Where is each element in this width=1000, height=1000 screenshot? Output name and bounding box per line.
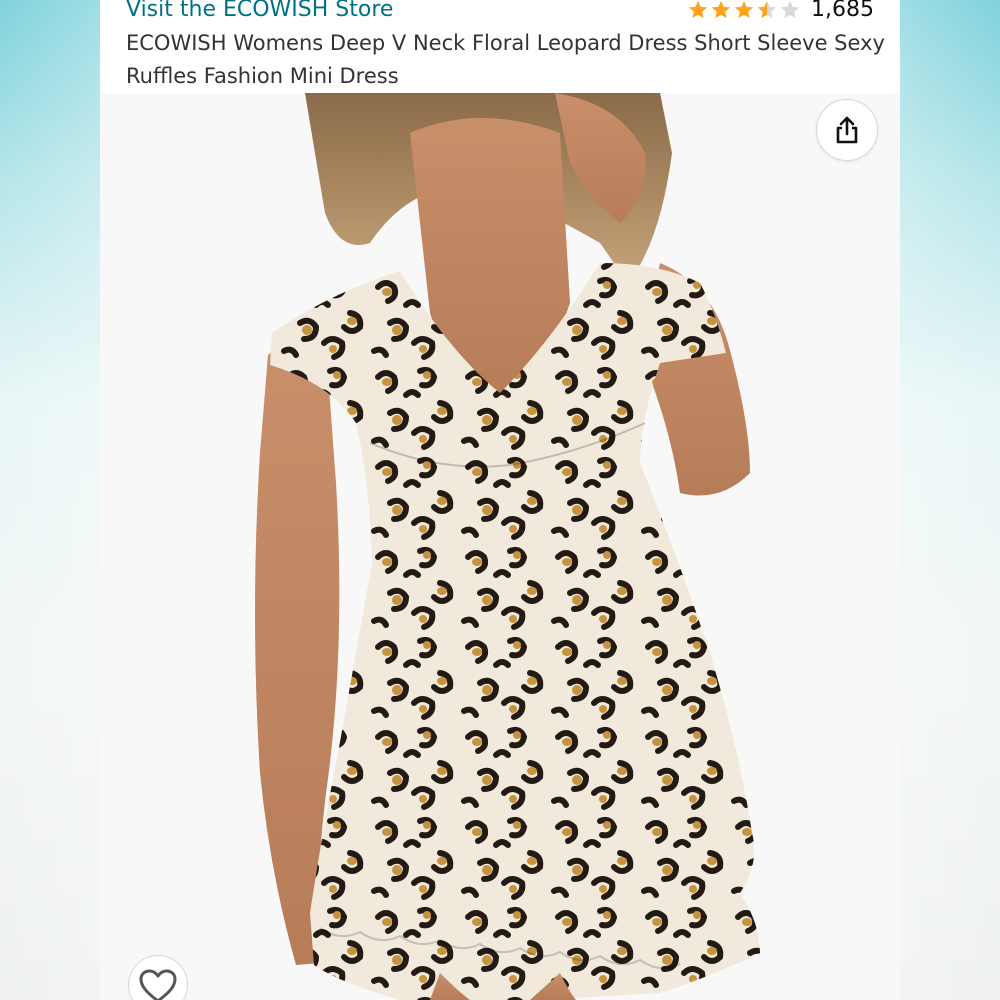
product-image-gallery[interactable] [100,93,900,1000]
star-full-icon [688,0,708,19]
star-empty-icon [780,0,800,19]
star-half-icon [757,0,777,19]
star-rating [687,0,801,21]
share-button[interactable] [816,99,878,161]
share-icon [836,116,858,144]
product-title: ECOWISH Womens Deep V Neck Floral Leopar… [126,31,885,88]
rating-count[interactable]: 1,685 [811,0,874,26]
product-card: Visit the ECOWISH Store 1,685 ECOWISH Wo… [100,0,900,1000]
visit-store-link[interactable]: Visit the ECOWISH Store [126,0,393,26]
star-full-icon [734,0,754,19]
product-header: Visit the ECOWISH Store 1,685 ECOWISH Wo… [100,0,900,93]
screenshot-stage: Visit the ECOWISH Store 1,685 ECOWISH Wo… [0,0,1000,1000]
rating-summary[interactable]: 1,685 [687,0,874,26]
left-background [0,0,100,1000]
star-full-icon [711,0,731,19]
product-photo [100,93,900,1000]
heart-icon [139,969,177,1000]
right-background [900,0,1000,1000]
